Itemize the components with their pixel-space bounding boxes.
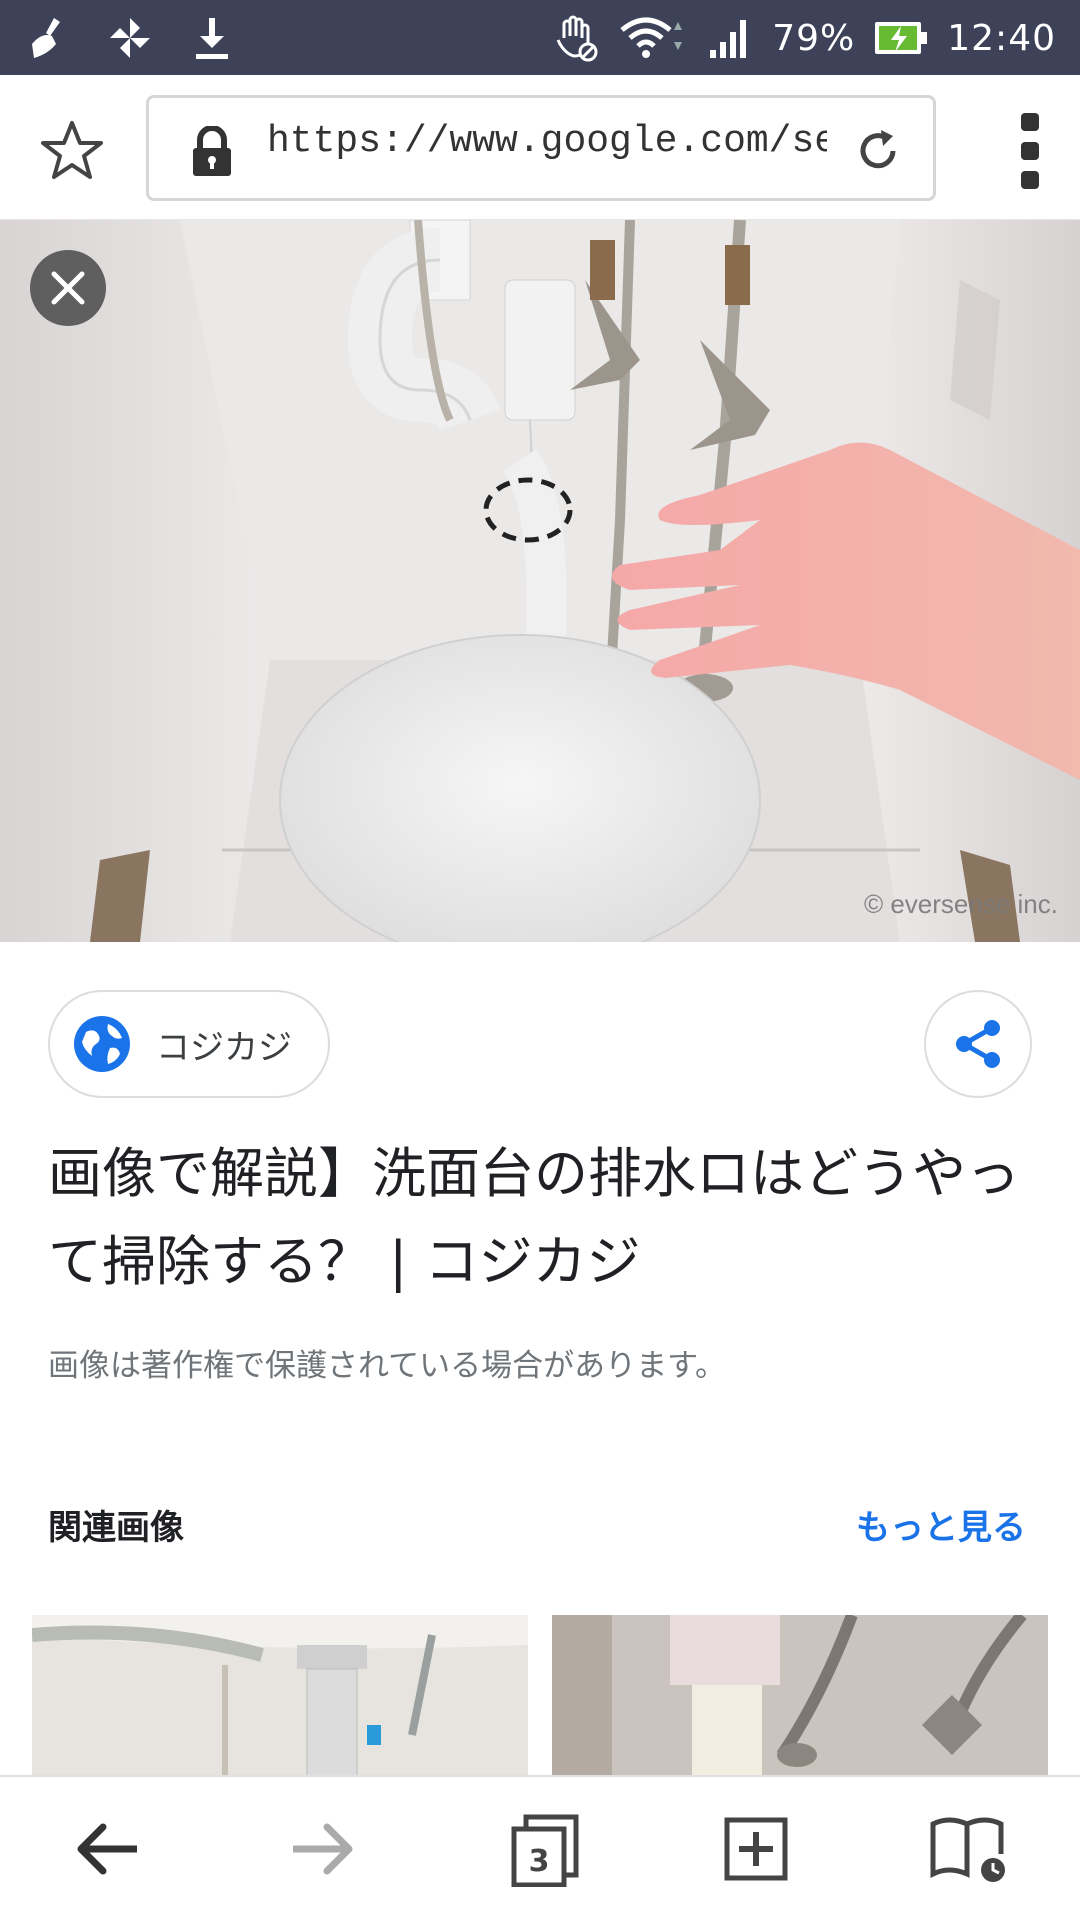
- pinwheel-icon: [106, 14, 154, 62]
- arrow-right-icon: [293, 1823, 353, 1875]
- result-title[interactable]: 画像で解説】洗面台の排水ロはどうやって掃除する？ | コジカジ: [48, 1130, 1038, 1306]
- close-button[interactable]: [30, 250, 106, 326]
- tab-count: 3: [529, 1844, 550, 1879]
- image-watermark: © eversense inc.: [863, 889, 1058, 919]
- battery-charging-icon: [873, 14, 929, 62]
- share-button[interactable]: [924, 990, 1032, 1098]
- wifi-icon: [618, 14, 688, 62]
- clock: 12:40: [947, 17, 1056, 59]
- status-left-icons: [24, 10, 236, 66]
- copyright-note: 画像は著作権で保護されている場合があります。: [48, 1348, 726, 1384]
- browser-toolbar: https://www.google.com/sear: [0, 75, 1080, 220]
- sink-drain-photo: [0, 220, 1080, 942]
- menu-dot-icon: [1021, 171, 1039, 189]
- related-image-thumbnail[interactable]: [32, 1615, 528, 1785]
- forward-button[interactable]: [280, 1807, 364, 1891]
- see-more-link[interactable]: もっと見る: [856, 1500, 1026, 1549]
- address-bar[interactable]: https://www.google.com/sear: [146, 95, 936, 201]
- related-thumbnail-2-photo: [552, 1615, 1048, 1785]
- close-icon: [51, 271, 85, 305]
- share-icon: [956, 1020, 1000, 1068]
- lock-icon: [193, 126, 231, 176]
- no-touch-hand-icon: [552, 14, 600, 62]
- plus-box-icon: [724, 1817, 788, 1881]
- globe-icon: [74, 1016, 130, 1072]
- status-right-icons: 79% 12:40: [552, 10, 1056, 66]
- result-image[interactable]: © eversense inc.: [0, 220, 1080, 942]
- menu-dot-icon: [1021, 142, 1039, 160]
- battery-percent: 79%: [772, 17, 856, 59]
- related-thumbnail-1-photo: [32, 1615, 528, 1785]
- broom-icon: [24, 14, 72, 62]
- related-image-thumbnail[interactable]: [552, 1615, 1048, 1785]
- tabs-icon: 3: [511, 1814, 579, 1887]
- signal-icon: [706, 14, 754, 62]
- source-chip[interactable]: コジカジ: [48, 990, 330, 1098]
- related-images-heading: 関連画像: [48, 1508, 184, 1548]
- source-name: コジカジ: [156, 1027, 292, 1068]
- new-tab-button[interactable]: [714, 1807, 798, 1891]
- star-icon: [41, 121, 103, 179]
- reload-icon[interactable]: [853, 126, 903, 176]
- arrow-left-icon: [77, 1823, 137, 1875]
- download-icon: [188, 14, 236, 62]
- status-bar: 79% 12:40: [0, 0, 1080, 75]
- bottom-navigation-bar: 3: [0, 1775, 1080, 1920]
- url-text[interactable]: https://www.google.com/sear: [267, 120, 827, 163]
- back-button[interactable]: [66, 1807, 150, 1891]
- menu-dot-icon: [1021, 113, 1039, 131]
- bookmark-star-button[interactable]: [36, 115, 108, 187]
- book-clock-icon: [930, 1817, 1005, 1882]
- tabs-button[interactable]: 3: [502, 1807, 586, 1891]
- overflow-menu-button[interactable]: [1010, 113, 1050, 189]
- bookmarks-history-button[interactable]: [928, 1807, 1012, 1891]
